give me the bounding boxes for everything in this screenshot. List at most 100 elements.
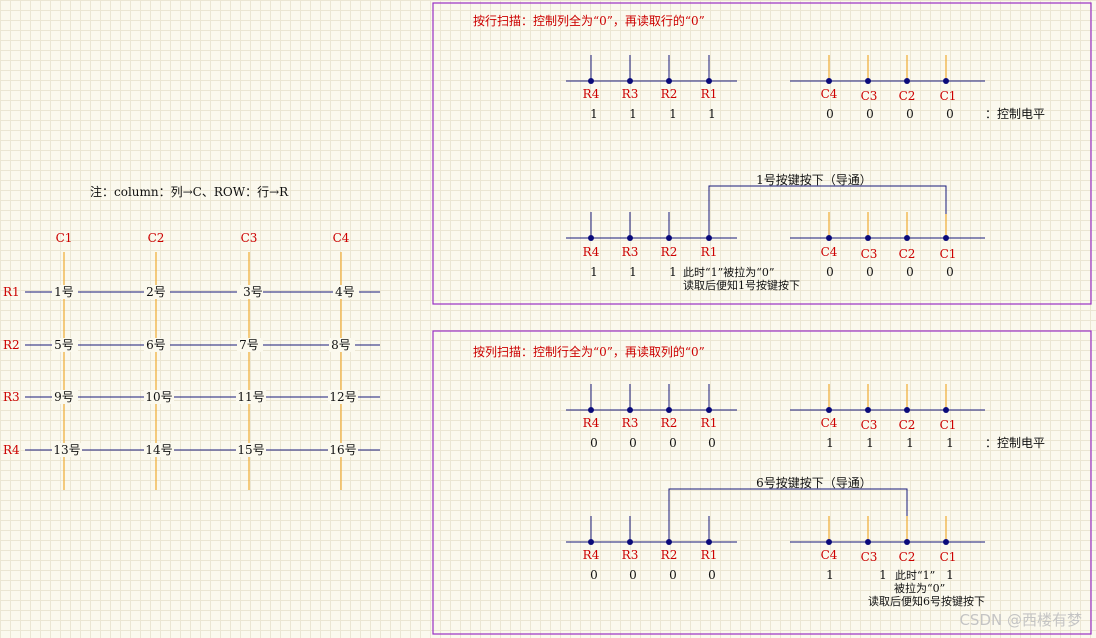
key-label: 11号 [237,390,264,404]
level-value: 0 [669,568,677,582]
level-value: 0 [826,265,834,279]
c-label: C3 [861,247,878,261]
level-value: 0 [946,107,954,121]
r-label: R4 [583,548,600,562]
matrix-note: 注：column：列→C、ROW：行→R [90,184,289,199]
column-scan-panel: 按列扫描：控制行全为“0”，再读取列的“0” R4 R3 R2 R1 0 0 0… [432,330,1092,635]
c-label: C1 [940,550,957,564]
level-value: 0 [866,107,874,121]
key-label: 10号 [145,390,172,404]
r-label: R2 [661,245,678,259]
matrix-row-label-r1: R1 [3,285,20,299]
panel-title: 按行扫描：控制列全为“0”，再读取行的“0” [473,13,705,28]
r-label: R2 [661,87,678,101]
level-value: 1 [629,107,637,121]
matrix-col-label-c4: C4 [333,231,350,245]
r-label: R3 [622,87,639,101]
r-label: R1 [701,548,718,562]
level-value: 0 [669,436,677,450]
press-label: 6号按键按下（导通） [756,476,872,490]
r-label: R2 [661,548,678,562]
csdn-watermark: CSDN @西楼有梦 [959,611,1082,629]
panel-title: 按列扫描：控制行全为“0”，再读取列的“0” [473,344,705,359]
matrix-row-label-r3: R3 [3,390,20,404]
level-value: 1 [669,265,677,279]
matrix-col-label-c3: C3 [241,231,258,245]
c-label: C2 [899,418,916,432]
level-value: 1 [946,436,954,450]
press-connection [668,488,908,542]
c-label: C2 [899,247,916,261]
r-label: R1 [701,416,718,430]
level-value: 1 [906,436,914,450]
key-label: 16号 [329,443,356,457]
pulled-low-note: 被拉为“0” [894,581,945,595]
level-value: 1 [590,107,598,121]
c-label: C4 [821,548,838,562]
key-label: 8号 [331,338,351,352]
c-label: C2 [899,89,916,103]
read-result-note: 读取后便知6号按键按下 [868,594,985,608]
level-value: 0 [906,265,914,279]
level-value: 1 [879,568,887,582]
c-label: C4 [821,416,838,430]
panel-border [432,2,1092,305]
level-value: 0 [946,265,954,279]
read-result-note: 读取后便知1号按键按下 [683,278,800,292]
c-label: C1 [940,418,957,432]
c-label: C1 [940,247,957,261]
c-label: C4 [821,245,838,259]
c-label: C3 [861,550,878,564]
r-label: R3 [622,416,639,430]
keypad-scan-diagram: 注：column：列→C、ROW：行→R C1 C2 C3 C4 R1 R2 R… [3,2,1092,635]
key-label: 1号 [54,285,74,299]
r-label: R4 [583,416,600,430]
row-scan-panel: 按行扫描：控制列全为“0”，再读取行的“0” R4 R3 R2 R1 1 1 1… [432,2,1092,305]
key-label: 7号 [239,338,259,352]
r-label: R1 [701,245,718,259]
level-value: 0 [629,436,637,450]
c-label: C2 [899,550,916,564]
level-value: 0 [590,568,598,582]
r-label: R4 [583,87,600,101]
level-value: 0 [866,265,874,279]
matrix-col-label-c1: C1 [56,231,73,245]
press-connection [708,185,947,238]
level-value: 1 [669,107,677,121]
level-value: 1 [866,436,874,450]
key-label: 9号 [54,390,74,404]
pulled-low-note: 此时“1” [895,569,935,582]
r-label: R2 [661,416,678,430]
level-value: 1 [946,568,954,582]
control-level-label: ：控制电平 [985,436,1045,450]
level-value: 1 [826,436,834,450]
key-label: 12号 [329,390,356,404]
c-label: C1 [940,89,957,103]
key-label: 6号 [146,338,166,352]
pulled-low-note: 此时“1”被拉为“0” [683,265,775,279]
matrix-row-label-r4: R4 [3,443,20,457]
c-label: C3 [861,418,878,432]
r-label: R1 [701,87,718,101]
key-label: 14号 [145,443,172,457]
level-value: 0 [906,107,914,121]
level-value: 0 [708,568,716,582]
level-value: 1 [826,568,834,582]
level-value: 0 [826,107,834,121]
key-label: 2号 [146,285,166,299]
press-label: 1号按键按下（导通） [756,173,872,187]
level-value: 1 [590,265,598,279]
matrix-row-label-r2: R2 [3,338,20,352]
matrix-col-label-c2: C2 [148,231,165,245]
matrix-keys: 1号 2号 3号 4号 5号 6号 7号 8号 9号 10号 11号 12号 1… [52,285,359,457]
key-label: 13号 [53,443,80,457]
r-label: R4 [583,245,600,259]
level-value: 0 [629,568,637,582]
c-label: C4 [821,87,838,101]
level-value: 1 [708,107,716,121]
r-label: R3 [622,548,639,562]
level-value: 0 [708,436,716,450]
key-label: 3号 [243,285,263,299]
key-label: 15号 [237,443,264,457]
control-level-label: ：控制电平 [985,107,1045,121]
